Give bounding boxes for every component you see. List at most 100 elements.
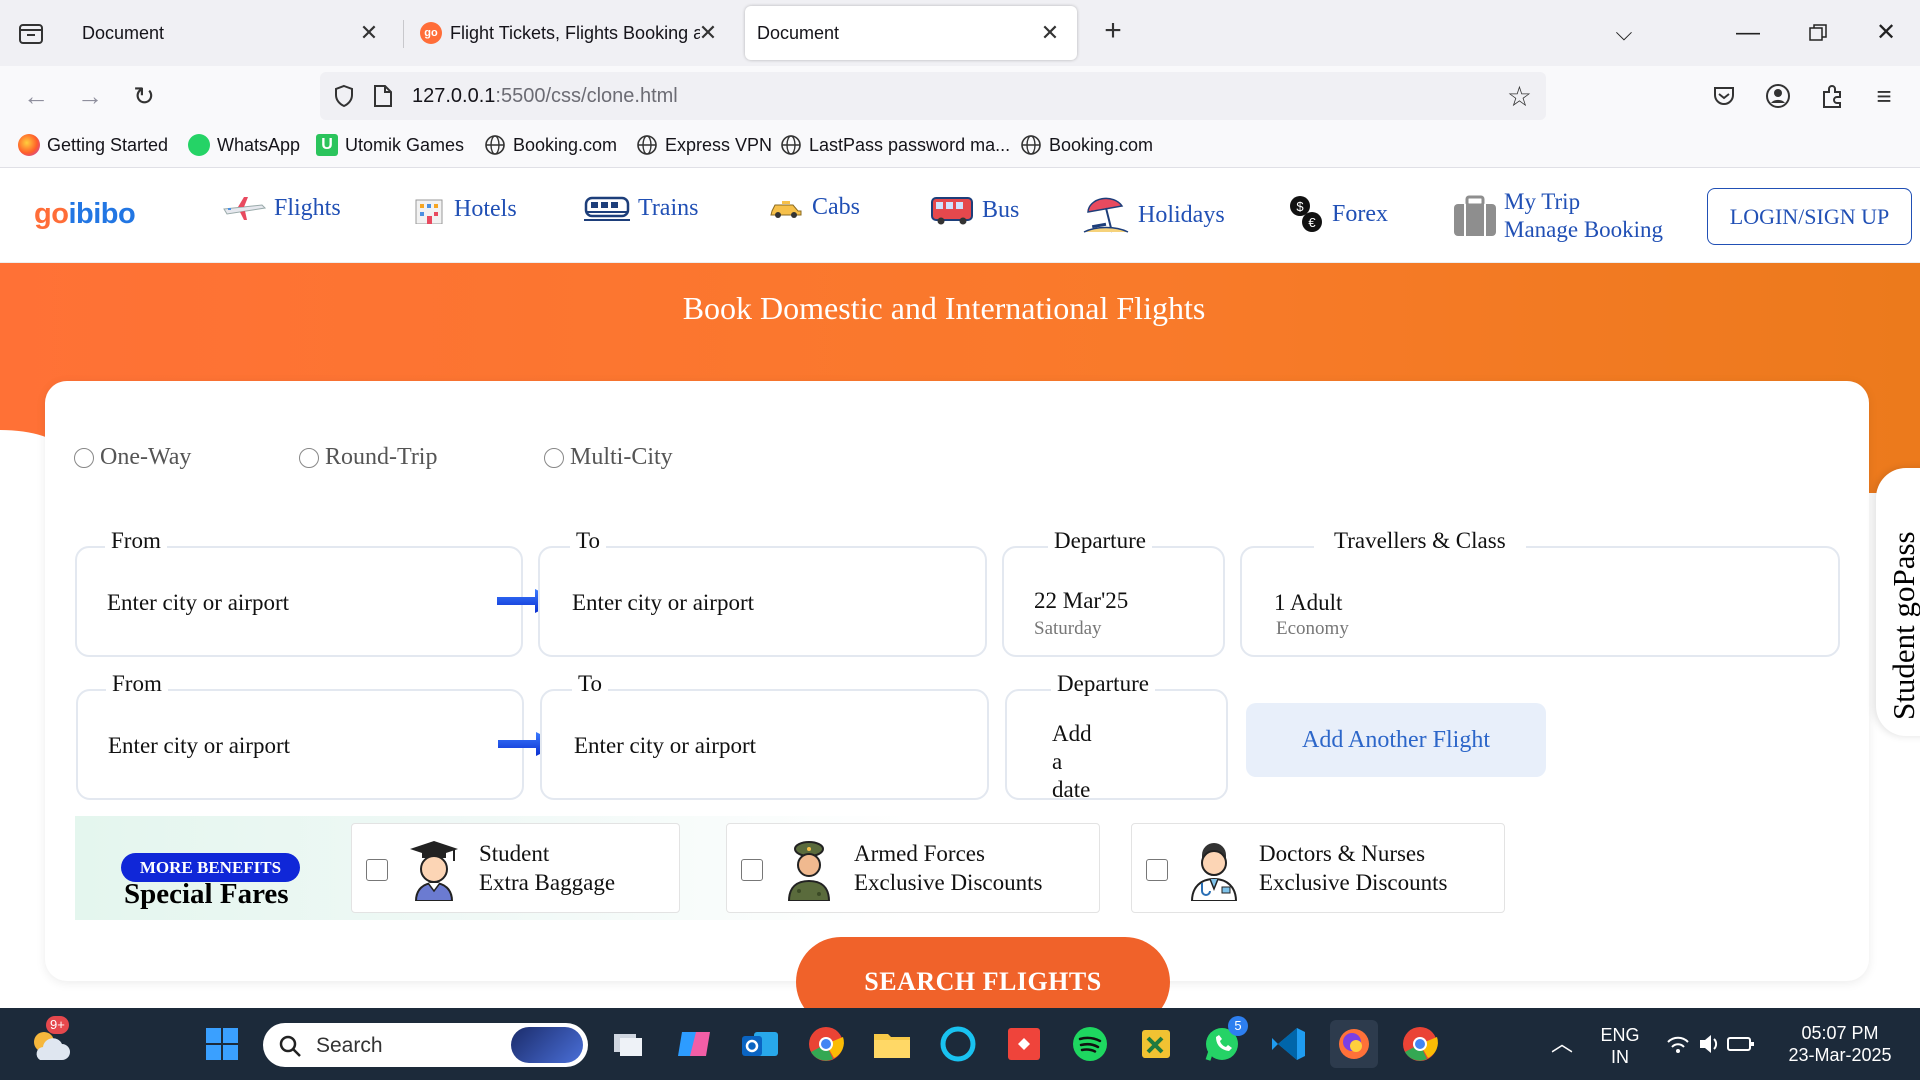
nav-flights[interactable]: Flights bbox=[222, 194, 341, 222]
close-window-button[interactable]: ✕ bbox=[1866, 16, 1906, 50]
radio-circle[interactable] bbox=[74, 447, 94, 468]
to-field-1[interactable]: To Enter city or airport bbox=[538, 528, 987, 657]
nav-forex[interactable]: $ € Forex bbox=[1288, 194, 1388, 234]
hero-title: Book Domestic and International Flights bbox=[682, 290, 1206, 326]
to-field-2[interactable]: To Enter city or airport bbox=[540, 671, 989, 800]
bookmark-booking-2[interactable]: Booking.com bbox=[1020, 134, 1153, 156]
url-bar[interactable]: 127.0.0.1:5500/css/clone.html ☆ bbox=[320, 72, 1546, 120]
anydesk-icon[interactable] bbox=[1000, 1020, 1048, 1068]
radio-one-way[interactable]: One-Way bbox=[74, 444, 191, 471]
add-another-flight-button[interactable]: Add Another Flight bbox=[1246, 703, 1546, 777]
bookmark-lastpass[interactable]: LastPass password ma... bbox=[780, 134, 1010, 156]
from-input[interactable]: Enter city or airport bbox=[108, 733, 290, 759]
shield-icon[interactable] bbox=[332, 84, 356, 108]
task-view-icon[interactable] bbox=[604, 1020, 652, 1068]
to-input[interactable]: Enter city or airport bbox=[574, 733, 756, 759]
close-icon[interactable]: ✕ bbox=[695, 20, 721, 46]
tab-title: Document bbox=[757, 22, 840, 43]
menu-icon[interactable]: ≡ bbox=[1866, 78, 1902, 114]
vscode-icon[interactable] bbox=[1264, 1020, 1312, 1068]
radio-round-trip[interactable]: Round-Trip bbox=[299, 444, 437, 471]
extensions-icon[interactable] bbox=[1814, 78, 1850, 114]
armed-forces-checkbox[interactable] bbox=[741, 859, 763, 881]
forward-arrow-icon[interactable]: → bbox=[72, 78, 108, 114]
tab-overflow-chevron-icon[interactable]: ⌵ bbox=[1604, 16, 1644, 50]
student-checkbox[interactable] bbox=[366, 859, 388, 881]
my-trip-link[interactable]: My Trip Manage Booking bbox=[1452, 188, 1663, 244]
taskbar-search[interactable]: Search bbox=[263, 1023, 588, 1067]
nav-bus[interactable]: Bus bbox=[930, 194, 1019, 226]
close-icon[interactable]: ✕ bbox=[1037, 20, 1063, 46]
chrome-icon[interactable] bbox=[802, 1020, 850, 1068]
firefox-taskbar-icon[interactable] bbox=[1330, 1020, 1378, 1068]
outlook-icon[interactable] bbox=[736, 1020, 784, 1068]
benefit-title: Armed Forces bbox=[854, 841, 985, 866]
benefit-student[interactable]: Student Extra Baggage bbox=[351, 823, 680, 913]
login-signup-button[interactable]: LOGIN/SIGN UP bbox=[1707, 188, 1912, 245]
from-label: From bbox=[105, 528, 167, 554]
chrome-taskbar-icon-2[interactable] bbox=[1396, 1020, 1444, 1068]
language-indicator[interactable]: ENG IN bbox=[1592, 1024, 1648, 1068]
bookmark-whatsapp[interactable]: WhatsApp bbox=[188, 134, 300, 156]
pocket-icon[interactable] bbox=[1706, 78, 1742, 114]
weather-widget-icon[interactable]: 9+ bbox=[26, 1016, 74, 1068]
spotify-icon[interactable] bbox=[1066, 1020, 1114, 1068]
new-tab-button[interactable]: + bbox=[1096, 16, 1130, 50]
bookmark-express-vpn[interactable]: Express VPN bbox=[636, 134, 772, 156]
bookmark-star-icon[interactable]: ☆ bbox=[1507, 80, 1532, 113]
travellers-class-label: Travellers & Class bbox=[1314, 528, 1526, 554]
bookmark-getting-started[interactable]: Getting Started bbox=[18, 134, 168, 156]
departure-field-2[interactable]: Departure Add a date bbox=[1005, 671, 1228, 802]
nav-hotels[interactable]: Hotels bbox=[412, 194, 517, 224]
start-windows-icon[interactable] bbox=[198, 1020, 246, 1068]
file-explorer-icon[interactable] bbox=[868, 1020, 916, 1068]
excel-icon[interactable] bbox=[1132, 1020, 1180, 1068]
to-input[interactable]: Enter city or airport bbox=[572, 590, 754, 616]
radio-circle[interactable] bbox=[299, 447, 319, 468]
departure-date: 22 Mar'25 bbox=[1034, 588, 1129, 613]
clock[interactable]: 05:07 PM 23-Mar-2025 bbox=[1770, 1022, 1910, 1066]
bookmarks-bar: Getting Started WhatsApp U Utomik Games … bbox=[0, 126, 1920, 168]
from-label: From bbox=[106, 671, 168, 697]
tab-list-icon[interactable] bbox=[14, 20, 48, 48]
departure-field-1[interactable]: Departure 22 Mar'25 Saturday bbox=[1002, 528, 1225, 657]
reload-icon[interactable]: ↻ bbox=[126, 78, 162, 114]
copilot-icon[interactable] bbox=[670, 1020, 718, 1068]
departure-day: Saturday bbox=[1034, 618, 1102, 639]
tab-document-1[interactable]: Document ✕ bbox=[66, 6, 396, 60]
alexa-icon[interactable] bbox=[934, 1020, 982, 1068]
nav-holidays[interactable]: Holidays bbox=[1082, 194, 1225, 236]
account-icon[interactable] bbox=[1760, 78, 1796, 114]
nav-trains[interactable]: Trains bbox=[584, 194, 698, 222]
tray-chevron-up-icon[interactable]: ︿ bbox=[1538, 1020, 1586, 1068]
firefox-icon bbox=[18, 134, 40, 156]
goibibo-logo[interactable]: goibibo bbox=[34, 198, 136, 231]
back-arrow-icon[interactable]: ← bbox=[18, 78, 54, 114]
nav-cabs[interactable]: Cabs bbox=[768, 194, 860, 221]
radio-circle[interactable] bbox=[544, 447, 564, 468]
bookmark-booking-1[interactable]: Booking.com bbox=[484, 134, 617, 156]
restore-button[interactable] bbox=[1798, 16, 1838, 50]
student-icon bbox=[410, 841, 458, 901]
page-icon[interactable] bbox=[372, 84, 394, 108]
system-tray-icons[interactable] bbox=[1658, 1020, 1758, 1068]
minimize-button[interactable]: — bbox=[1728, 16, 1768, 50]
notification-badge: 9+ bbox=[46, 1016, 69, 1034]
student-gopass-tab[interactable]: Student goPass bbox=[1876, 468, 1920, 736]
radio-multi-city[interactable]: Multi-City bbox=[544, 444, 673, 471]
from-field-1[interactable]: From Enter city or airport bbox=[75, 528, 523, 657]
close-icon[interactable]: ✕ bbox=[356, 20, 382, 46]
url-text[interactable]: 127.0.0.1:5500/css/clone.html bbox=[412, 85, 678, 108]
benefit-doctors-nurses[interactable]: Doctors & Nurses Exclusive Discounts bbox=[1131, 823, 1505, 913]
tab-goibibo[interactable]: go Flight Tickets, Flights Booking at ✕ bbox=[410, 6, 735, 60]
tab-document-active[interactable]: Document ✕ bbox=[745, 6, 1077, 60]
benefit-armed-forces[interactable]: Armed Forces Exclusive Discounts bbox=[726, 823, 1100, 913]
add-date-line3: date bbox=[1052, 777, 1091, 802]
search-highlight-image bbox=[511, 1027, 583, 1063]
from-field-2[interactable]: From Enter city or airport bbox=[76, 671, 524, 800]
travellers-class-field[interactable]: Travellers & Class 1 Adult Economy bbox=[1240, 528, 1840, 657]
bookmark-utomik[interactable]: U Utomik Games bbox=[316, 134, 464, 156]
whatsapp-taskbar-icon[interactable]: 5 bbox=[1198, 1016, 1248, 1068]
doctors-nurses-checkbox[interactable] bbox=[1146, 859, 1168, 881]
from-input[interactable]: Enter city or airport bbox=[107, 590, 289, 616]
